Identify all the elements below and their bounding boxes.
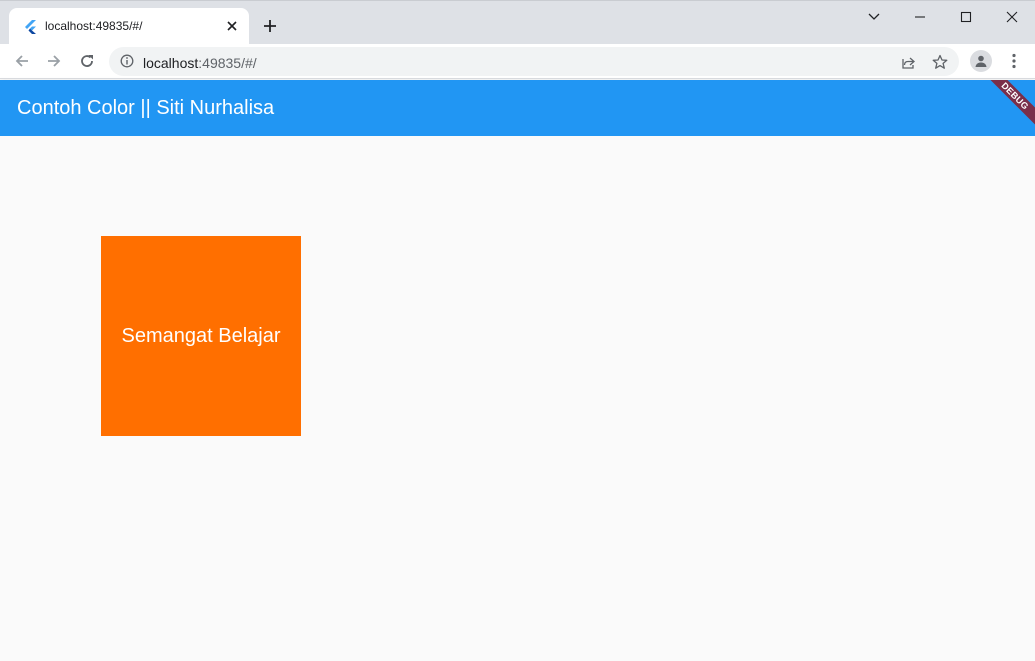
close-window-icon[interactable] — [1002, 7, 1022, 27]
address-bar[interactable]: localhost:49835/#/ — [109, 47, 959, 76]
color-box-text: Semangat Belajar — [121, 324, 281, 347]
debug-banner: DEBUG — [982, 80, 1035, 129]
close-icon[interactable] — [223, 17, 241, 35]
tab-title: localhost:49835/#/ — [45, 19, 143, 33]
info-icon[interactable] — [120, 54, 134, 68]
color-box: Semangat Belajar — [101, 236, 301, 436]
url-path: :49835/#/ — [198, 55, 257, 71]
chevron-down-icon[interactable] — [864, 7, 884, 27]
share-icon[interactable] — [899, 53, 917, 71]
person-icon[interactable] — [970, 50, 992, 72]
star-icon[interactable] — [931, 53, 949, 71]
app-bar: Contoh Color || Siti Nurhalisa DEBUG — [0, 80, 1035, 136]
minimize-icon[interactable] — [910, 7, 930, 27]
url-text: localhost:49835/#/ — [143, 55, 257, 71]
browser-toolbar: localhost:49835/#/ — [0, 44, 1035, 79]
arrow-left-icon[interactable] — [12, 51, 32, 71]
app-title: Contoh Color || Siti Nurhalisa — [17, 97, 275, 119]
browser-tab-strip: localhost:49835/#/ — [0, 0, 1035, 45]
maximize-icon[interactable] — [956, 7, 976, 27]
app-body: Semangat Belajar — [0, 136, 1035, 661]
plus-icon[interactable] — [260, 16, 280, 36]
flutter-icon — [24, 20, 38, 34]
kebab-menu-icon[interactable] — [1005, 51, 1023, 71]
arrow-right-icon[interactable] — [44, 51, 64, 71]
url-host: localhost — [143, 55, 199, 71]
reload-icon[interactable] — [77, 51, 97, 71]
browser-tab[interactable]: localhost:49835/#/ — [9, 8, 249, 45]
